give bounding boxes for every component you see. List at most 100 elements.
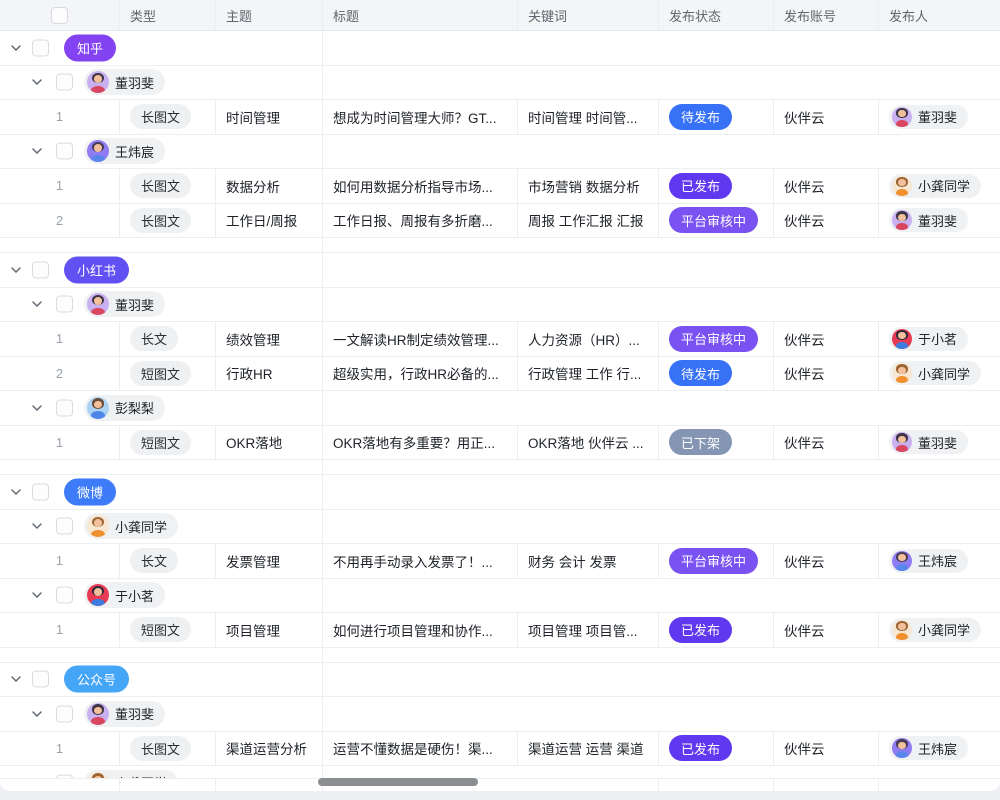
avatar [892, 551, 912, 571]
chevron-down-icon[interactable] [31, 298, 43, 310]
column-header-publisher[interactable]: 发布人 [878, 0, 1000, 30]
checkbox[interactable] [56, 705, 73, 722]
platform-group-row[interactable]: 小红书 [0, 253, 1000, 288]
keywords-cell[interactable]: 市场营销 数据分析 [517, 169, 677, 203]
chevron-down-icon[interactable] [31, 589, 43, 601]
chevron-down-icon[interactable] [10, 673, 22, 685]
type-badge: 长图文 [130, 208, 191, 233]
table-header-row: 类型 主题 标题 关键词 发布状态 发布账号 发布人 [0, 0, 1000, 31]
keywords-cell[interactable]: 行政管理 工作 行... [517, 357, 677, 391]
keywords-cell[interactable]: 项目管理 项目管... [517, 613, 677, 647]
publisher-name: 董羽斐 [918, 211, 957, 230]
keywords-cell[interactable]: 渠道运营 运营 渠道 [517, 732, 677, 766]
table-row[interactable]: 1 长图文 时间管理 想成为时间管理大师？GT... 时间管理 时间管... 待… [0, 100, 1000, 135]
checkbox[interactable] [56, 518, 73, 535]
chevron-down-icon[interactable] [31, 145, 43, 157]
person-name: 董羽斐 [115, 73, 154, 92]
person-group-row[interactable]: 小龚同学 [0, 766, 1000, 779]
title-cell[interactable]: 运营不懂数据是硬伤！渠... [322, 732, 536, 766]
person-group-row[interactable]: 小龚同学 [0, 510, 1000, 545]
keywords-cell[interactable]: 财务 会计 发票 [517, 544, 677, 578]
person-group-row[interactable]: 董羽斐 [0, 288, 1000, 323]
person-group-row[interactable]: 彭梨梨 [0, 391, 1000, 426]
checkbox[interactable] [32, 39, 49, 56]
title-cell[interactable]: 如何进行项目管理和协作... [322, 613, 536, 647]
publisher-pill[interactable]: 小龚同学 [889, 174, 981, 198]
publisher-pill[interactable]: 董羽斐 [889, 208, 968, 232]
row-number: 1 [0, 169, 119, 203]
checkbox[interactable] [32, 261, 49, 278]
keywords-cell[interactable]: OKR落地 伙伴云 ... [517, 426, 677, 460]
group-gap [0, 460, 1000, 475]
checkbox[interactable] [56, 296, 73, 313]
publisher-pill[interactable]: 董羽斐 [889, 105, 968, 129]
avatar [892, 176, 912, 196]
horizontal-scrollbar[interactable] [318, 778, 478, 786]
platform-group-row[interactable]: 公众号 [0, 663, 1000, 698]
column-header-keywords[interactable]: 关键词 [517, 0, 669, 30]
title-cell[interactable]: 超级实用，行政HR必备的... [322, 357, 536, 391]
publisher-pill[interactable]: 于小茗 [889, 327, 968, 351]
checkbox[interactable] [32, 483, 49, 500]
chevron-down-icon[interactable] [10, 42, 22, 54]
checkbox[interactable] [56, 74, 73, 91]
person-group-row[interactable]: 王炜宸 [0, 135, 1000, 170]
keywords-cell[interactable]: 周报 工作汇报 汇报 [517, 204, 677, 238]
keywords-cell[interactable]: 时间管理 时间管... [517, 100, 677, 134]
checkbox[interactable] [56, 587, 73, 604]
platform-group-row[interactable]: 微博 [0, 475, 1000, 510]
publisher-pill[interactable]: 小龚同学 [889, 361, 981, 385]
table-row[interactable]: 1 长图文 渠道运营分析 运营不懂数据是硬伤！渠... 渠道运营 运营 渠道 已… [0, 732, 1000, 767]
person-group-row[interactable]: 董羽斐 [0, 66, 1000, 101]
person-name: 董羽斐 [115, 295, 154, 314]
publisher-name: 小龚同学 [918, 364, 970, 383]
table-row[interactable]: 1 短图文 OKR落地 OKR落地有多重要？用正... OKR落地 伙伴云 ..… [0, 426, 1000, 461]
table-row[interactable]: 1 长文 绩效管理 一文解读HR制定绩效管理... 人力资源（HR）... 平台… [0, 322, 1000, 357]
title-cell[interactable]: OKR落地有多重要？用正... [322, 426, 536, 460]
checkbox[interactable] [32, 671, 49, 688]
chevron-down-icon[interactable] [31, 708, 43, 720]
column-header-topic[interactable]: 主题 [215, 0, 333, 30]
platform-group-row[interactable]: 知乎 [0, 31, 1000, 66]
title-cell[interactable]: 想成为时间管理大师？GT... [322, 100, 536, 134]
group-gap [0, 238, 1000, 253]
title-cell[interactable]: 工作日报、周报有多折磨... [322, 204, 536, 238]
keywords-cell[interactable]: 人力资源（HR）... [517, 322, 677, 356]
avatar [87, 71, 109, 93]
publisher-name: 董羽斐 [918, 107, 957, 126]
column-header-account[interactable]: 发布账号 [773, 0, 889, 30]
avatar [892, 210, 912, 230]
publisher-pill[interactable]: 王炜宸 [889, 549, 968, 573]
chevron-down-icon[interactable] [31, 76, 43, 88]
table-row[interactable]: 1 长文 发票管理 不用再手动录入发票了！... 财务 会计 发票 平台审核中 … [0, 544, 1000, 579]
status-badge: 已发布 [669, 173, 732, 199]
checkbox[interactable] [56, 143, 73, 160]
person-pill: 董羽斐 [84, 69, 165, 95]
column-header-type[interactable]: 类型 [119, 0, 226, 30]
person-group-row[interactable]: 于小茗 [0, 579, 1000, 614]
person-group-row[interactable]: 董羽斐 [0, 697, 1000, 732]
chevron-down-icon[interactable] [10, 264, 22, 276]
publisher-pill[interactable]: 王炜宸 [889, 736, 968, 760]
column-header-title[interactable]: 标题 [322, 0, 528, 30]
row-number: 1 [0, 613, 119, 647]
title-cell[interactable]: 如何用数据分析指导市场... [322, 169, 536, 203]
status-badge: 待发布 [669, 360, 732, 386]
table-row[interactable]: 1 长图文 数据分析 如何用数据分析指导市场... 市场营销 数据分析 已发布 … [0, 169, 1000, 204]
chevron-down-icon[interactable] [31, 402, 43, 414]
title-cell[interactable]: 不用再手动录入发票了！... [322, 544, 536, 578]
checkbox[interactable] [56, 399, 73, 416]
column-header-status[interactable]: 发布状态 [658, 0, 784, 30]
chevron-down-icon[interactable] [10, 486, 22, 498]
row-number: 1 [0, 100, 119, 134]
avatar [892, 329, 912, 349]
select-all-checkbox[interactable] [51, 7, 68, 24]
table-row[interactable]: 2 短图文 行政HR 超级实用，行政HR必备的... 行政管理 工作 行... … [0, 357, 1000, 392]
publisher-pill[interactable]: 小龚同学 [889, 618, 981, 642]
publisher-pill[interactable]: 董羽斐 [889, 430, 968, 454]
table-row[interactable]: 1 短图文 项目管理 如何进行项目管理和协作... 项目管理 项目管... 已发… [0, 613, 1000, 648]
person-name: 于小茗 [115, 586, 154, 605]
title-cell[interactable]: 一文解读HR制定绩效管理... [322, 322, 536, 356]
table-row[interactable]: 2 长图文 工作日/周报 工作日报、周报有多折磨... 周报 工作汇报 汇报 平… [0, 204, 1000, 239]
chevron-down-icon[interactable] [31, 520, 43, 532]
